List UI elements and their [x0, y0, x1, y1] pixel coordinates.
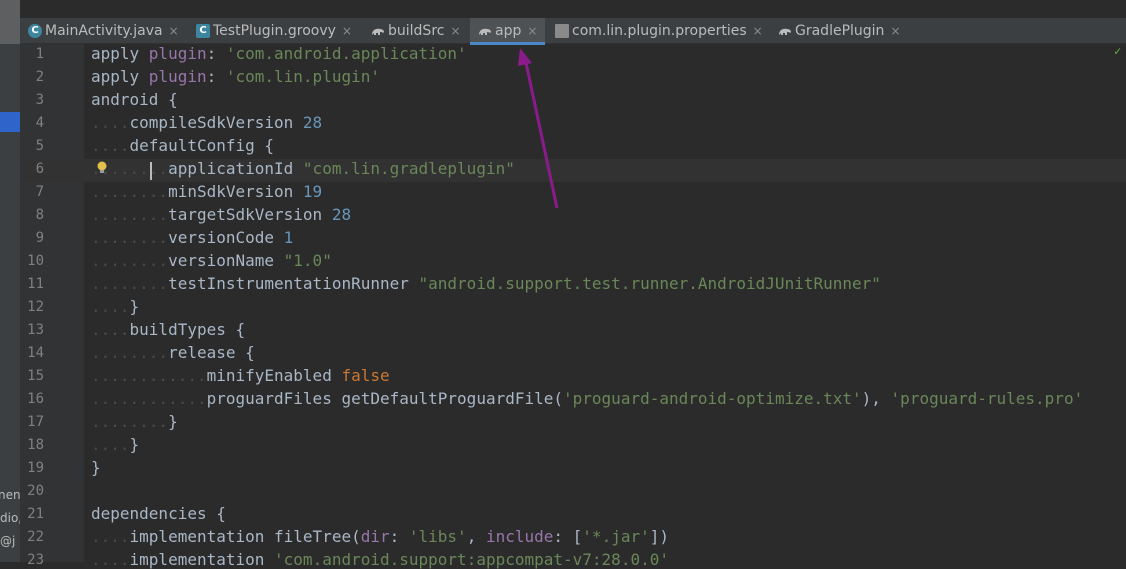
annotation-arrow	[518, 48, 559, 209]
